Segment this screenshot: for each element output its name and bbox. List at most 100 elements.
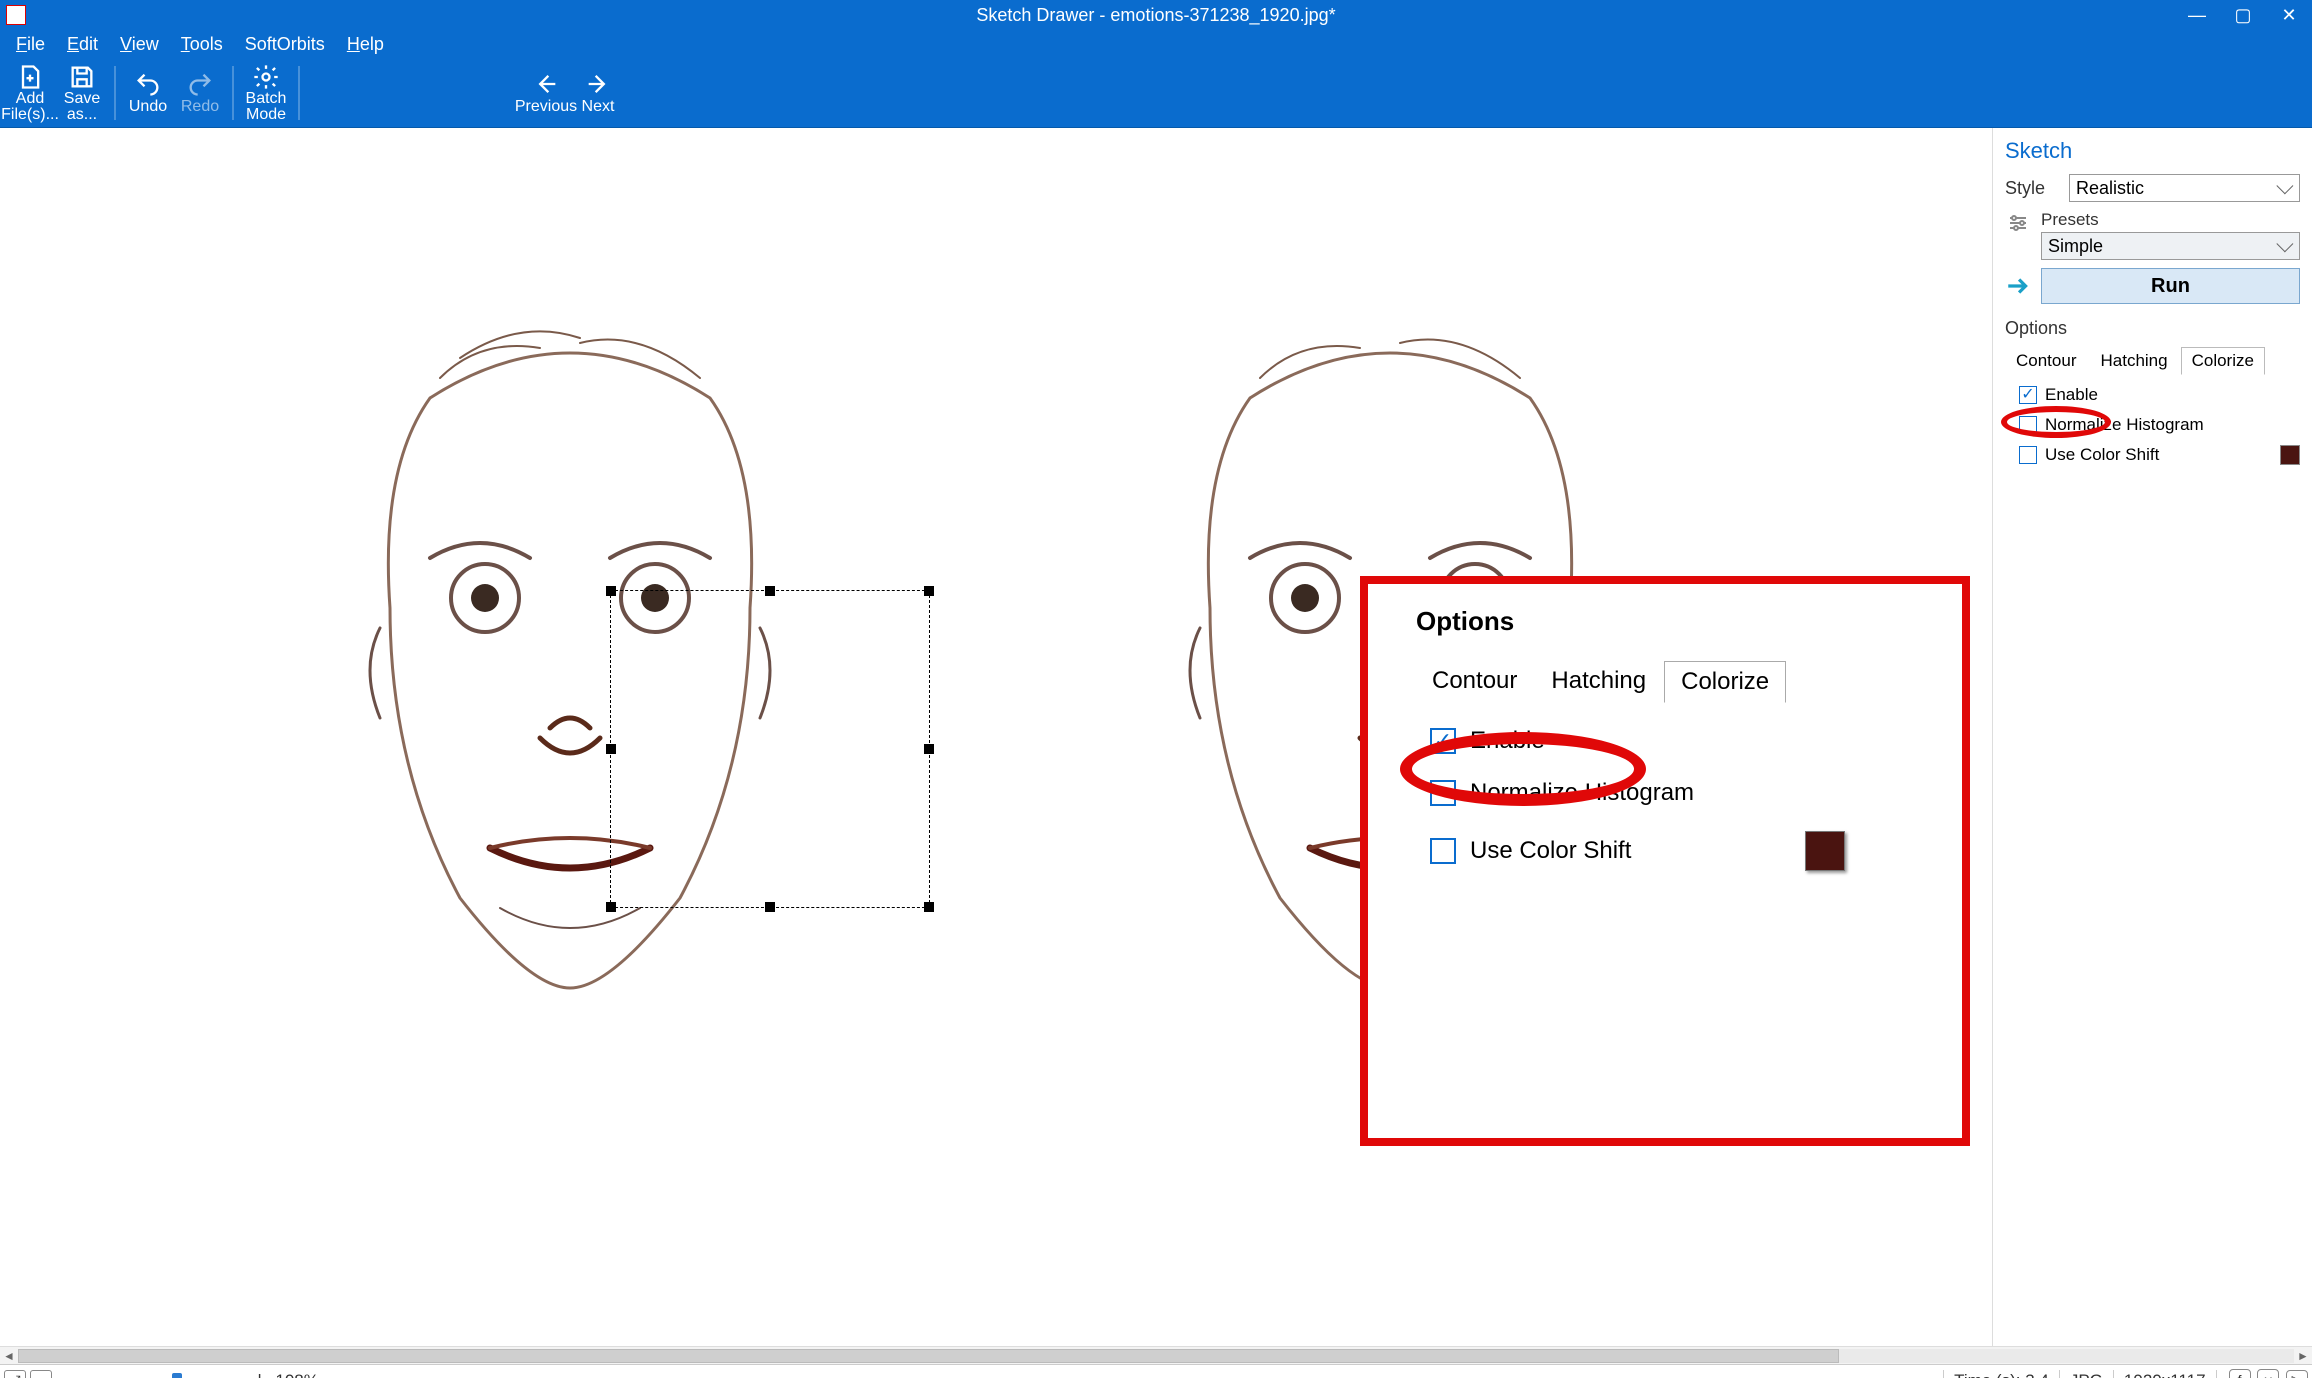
- selection-rectangle[interactable]: [610, 590, 930, 908]
- batch-mode-label: Batch Mode: [242, 91, 290, 123]
- save-as-label: Save as...: [58, 91, 106, 123]
- presets-select[interactable]: Simple: [2041, 232, 2300, 260]
- zoom-fit-buttons: ⤢ ▭: [4, 1370, 52, 1378]
- minimize-button[interactable]: —: [2174, 0, 2220, 30]
- menu-file-label: ile: [27, 34, 45, 54]
- scroll-left-icon[interactable]: ◄: [0, 1347, 18, 1365]
- scroll-right-icon[interactable]: ►: [2294, 1347, 2312, 1365]
- status-time: Time (s): 3.4: [1954, 1371, 2049, 1378]
- sliders-icon[interactable]: [2005, 210, 2031, 236]
- zoom-actual-icon[interactable]: ▭: [30, 1370, 52, 1378]
- statusbar: ⤢ ▭ − + 108% Time (s): 3.4 JPG 1920x1117…: [0, 1364, 2312, 1378]
- menu-help[interactable]: Help: [337, 32, 394, 57]
- save-as-button[interactable]: Save as...: [58, 62, 106, 124]
- annotation-enable-checkbox[interactable]: [1430, 728, 1456, 754]
- color-swatch[interactable]: [2280, 445, 2300, 465]
- annotation-enable-label: Enable: [1470, 727, 1545, 755]
- menu-view[interactable]: View: [110, 32, 169, 57]
- horizontal-scrollbar[interactable]: ◄ ►: [0, 1346, 2312, 1364]
- batch-mode-button[interactable]: Batch Mode: [242, 62, 290, 124]
- arrow-left-icon: [532, 70, 560, 98]
- menubar: File Edit View Tools SoftOrbits Help: [0, 30, 2312, 58]
- menu-softorbits[interactable]: SoftOrbits: [235, 32, 335, 57]
- menu-file[interactable]: File: [6, 32, 55, 57]
- redo-label: Redo: [181, 98, 219, 116]
- undo-icon: [134, 70, 162, 98]
- menu-tools[interactable]: Tools: [171, 32, 233, 57]
- close-button[interactable]: ✕: [2266, 0, 2312, 30]
- titlebar: Sketch Drawer - emotions-371238_1920.jpg…: [0, 0, 2312, 30]
- annotation-color-swatch[interactable]: [1805, 831, 1845, 871]
- undo-label: Undo: [129, 98, 167, 116]
- colorshift-label: Use Color Shift: [2045, 445, 2159, 465]
- panel-heading: Sketch: [2005, 138, 2300, 164]
- undo-button[interactable]: Undo: [124, 62, 172, 124]
- ribbon-separator: [298, 66, 300, 120]
- style-select[interactable]: Realistic: [2069, 174, 2300, 202]
- canvas[interactable]: Options Contour Hatching Colorize Enable…: [0, 128, 1992, 1346]
- tab-hatching[interactable]: Hatching: [2089, 347, 2178, 375]
- annotation-tab-colorize[interactable]: Colorize: [1664, 661, 1786, 703]
- annotation-enable-row[interactable]: Enable: [1430, 727, 1962, 755]
- scroll-track[interactable]: [18, 1349, 2294, 1363]
- presets-value: Simple: [2048, 236, 2103, 257]
- status-dimensions: 1920x1117: [2124, 1371, 2206, 1378]
- redo-button[interactable]: Redo: [176, 62, 224, 124]
- style-value: Realistic: [2076, 178, 2144, 199]
- chevron-down-icon: [2276, 177, 2293, 194]
- zoom-out-button[interactable]: −: [62, 1369, 74, 1378]
- arrow-right-icon: [584, 70, 612, 98]
- annotation-title: Options: [1416, 606, 1962, 637]
- right-panel: Sketch Style Realistic Presets Simple: [1992, 128, 2312, 1346]
- annotation-normalize-label: Normalize Histogram: [1470, 779, 1694, 807]
- previous-label: Previous: [515, 98, 577, 116]
- social-links: f y ▷: [2227, 1369, 2308, 1378]
- ribbon-separator: [114, 66, 116, 120]
- add-files-button[interactable]: Add File(s)...: [6, 62, 54, 124]
- options-label: Options: [2005, 318, 2300, 339]
- share-icon[interactable]: ▷: [2286, 1370, 2308, 1378]
- zoom-percent: 108%: [275, 1371, 318, 1378]
- colorshift-row[interactable]: Use Color Shift: [2019, 445, 2300, 465]
- run-arrow-icon: [2005, 273, 2031, 299]
- annotation-tabs: Contour Hatching Colorize: [1416, 661, 1962, 703]
- annotation-tab-hatching[interactable]: Hatching: [1535, 661, 1662, 703]
- zoom-in-button[interactable]: +: [254, 1369, 266, 1378]
- status-format: JPG: [2070, 1371, 2103, 1378]
- chevron-down-icon: [2276, 235, 2293, 252]
- normalize-row[interactable]: Normalize Histogram: [2019, 415, 2300, 435]
- ribbon-separator: [232, 66, 234, 120]
- add-files-label: Add File(s)...: [1, 91, 59, 123]
- facebook-icon[interactable]: f: [2229, 1369, 2251, 1378]
- tab-colorize[interactable]: Colorize: [2181, 347, 2265, 375]
- add-file-icon: [16, 63, 44, 91]
- annotation-tab-contour[interactable]: Contour: [1416, 661, 1533, 703]
- run-button[interactable]: Run: [2041, 268, 2300, 304]
- menu-edit[interactable]: Edit: [57, 32, 108, 57]
- scroll-thumb[interactable]: [18, 1349, 1839, 1363]
- content-area: Options Contour Hatching Colorize Enable…: [0, 128, 2312, 1346]
- annotation-normalize-checkbox[interactable]: [1430, 780, 1456, 806]
- window-title: Sketch Drawer - emotions-371238_1920.jpg…: [976, 5, 1335, 26]
- next-label: Next: [582, 98, 615, 116]
- enable-row[interactable]: Enable: [2019, 385, 2300, 405]
- enable-label: Enable: [2045, 385, 2098, 405]
- app-icon: [6, 5, 26, 25]
- normalize-checkbox[interactable]: [2019, 416, 2037, 434]
- annotation-callout: Options Contour Hatching Colorize Enable…: [1360, 576, 1970, 1146]
- enable-checkbox[interactable]: [2019, 386, 2037, 404]
- annotation-normalize-row[interactable]: Normalize Histogram: [1430, 779, 1962, 807]
- ribbon-toolbar: Add File(s)... Save as... Undo Redo Batc…: [0, 58, 2312, 128]
- gear-icon: [252, 63, 280, 91]
- tab-contour[interactable]: Contour: [2005, 347, 2087, 375]
- next-button[interactable]: Next: [574, 62, 622, 124]
- maximize-button[interactable]: ▢: [2220, 0, 2266, 30]
- annotation-colorshift-row[interactable]: Use Color Shift: [1430, 831, 1962, 871]
- save-icon: [68, 63, 96, 91]
- twitter-icon[interactable]: y: [2257, 1369, 2279, 1378]
- colorshift-checkbox[interactable]: [2019, 446, 2037, 464]
- annotation-colorshift-checkbox[interactable]: [1430, 838, 1456, 864]
- zoom-fit-icon[interactable]: ⤢: [4, 1370, 26, 1378]
- window-controls: — ▢ ✕: [2174, 0, 2312, 30]
- previous-button[interactable]: Previous: [522, 62, 570, 124]
